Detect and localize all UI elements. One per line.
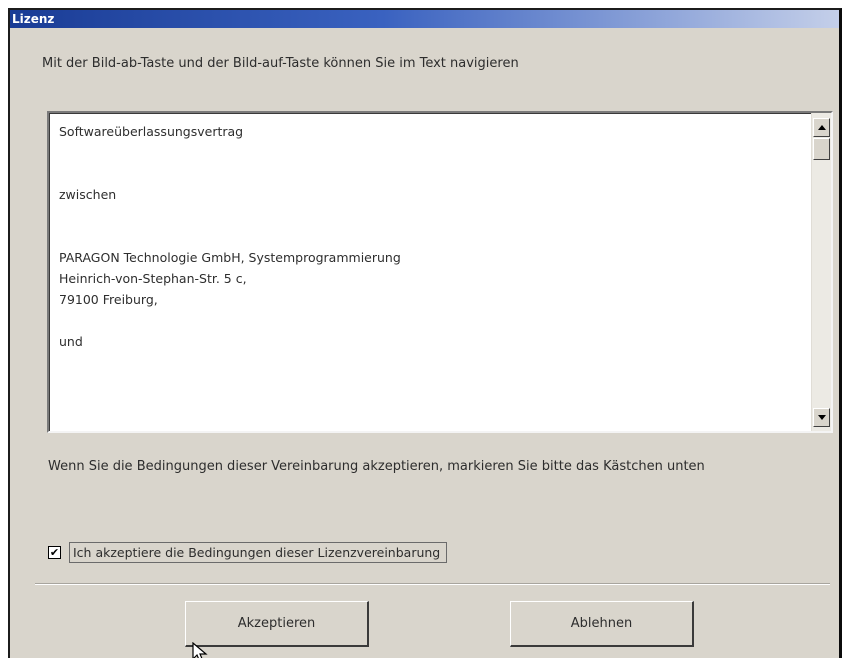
license-line: zwischen: [59, 187, 117, 202]
license-dialog: Lizenz Mit der Bild-ab-Taste und der Bil…: [8, 8, 842, 658]
accept-button[interactable]: Akzeptieren: [185, 601, 369, 647]
reject-button[interactable]: Ablehnen: [510, 601, 694, 647]
license-line: Softwareüberlassungsvertrag: [59, 124, 244, 139]
acceptance-instruction: Wenn Sie die Bedingungen dieser Vereinba…: [48, 459, 705, 474]
license-line: PARAGON Technologie GmbH, Systemprogramm…: [59, 250, 401, 265]
scroll-thumb[interactable]: [813, 138, 830, 160]
accept-terms-row[interactable]: ✔ Ich akzeptiere die Bedingungen dieser …: [48, 540, 448, 564]
accept-button-label: Akzeptieren: [237, 616, 316, 631]
checkmark-icon: ✔: [49, 545, 60, 559]
window-title: Lizenz: [12, 12, 55, 26]
license-line: 79100 Freiburg,: [59, 292, 158, 307]
license-line: und: [59, 334, 83, 349]
license-line: [59, 205, 779, 226]
license-line: [59, 226, 779, 247]
accept-terms-checkbox[interactable]: ✔: [48, 545, 61, 559]
separator: [35, 583, 830, 585]
navigation-instruction: Mit der Bild-ab-Taste und der Bild-auf-T…: [42, 56, 519, 71]
license-line: [59, 310, 779, 331]
scroll-up-arrow-icon: [817, 125, 826, 130]
license-line: [59, 163, 779, 184]
license-line: [59, 142, 779, 163]
reject-button-label: Ablehnen: [570, 616, 633, 631]
accept-terms-label[interactable]: Ich akzeptiere die Bedingungen dieser Li…: [69, 541, 448, 563]
title-bar[interactable]: Lizenz: [10, 10, 839, 28]
vertical-scrollbar[interactable]: [811, 113, 831, 431]
license-text: Softwareüberlassungsvertrag zwischen PAR…: [59, 121, 779, 352]
scroll-down-button[interactable]: [813, 408, 830, 427]
scroll-down-arrow-icon: [817, 415, 826, 420]
mouse-pointer-icon: [192, 642, 208, 658]
scroll-up-button[interactable]: [813, 118, 830, 137]
license-line: Heinrich-von-Stephan-Str. 5 c,: [59, 271, 247, 286]
license-text-box[interactable]: Softwareüberlassungsvertrag zwischen PAR…: [47, 111, 833, 433]
